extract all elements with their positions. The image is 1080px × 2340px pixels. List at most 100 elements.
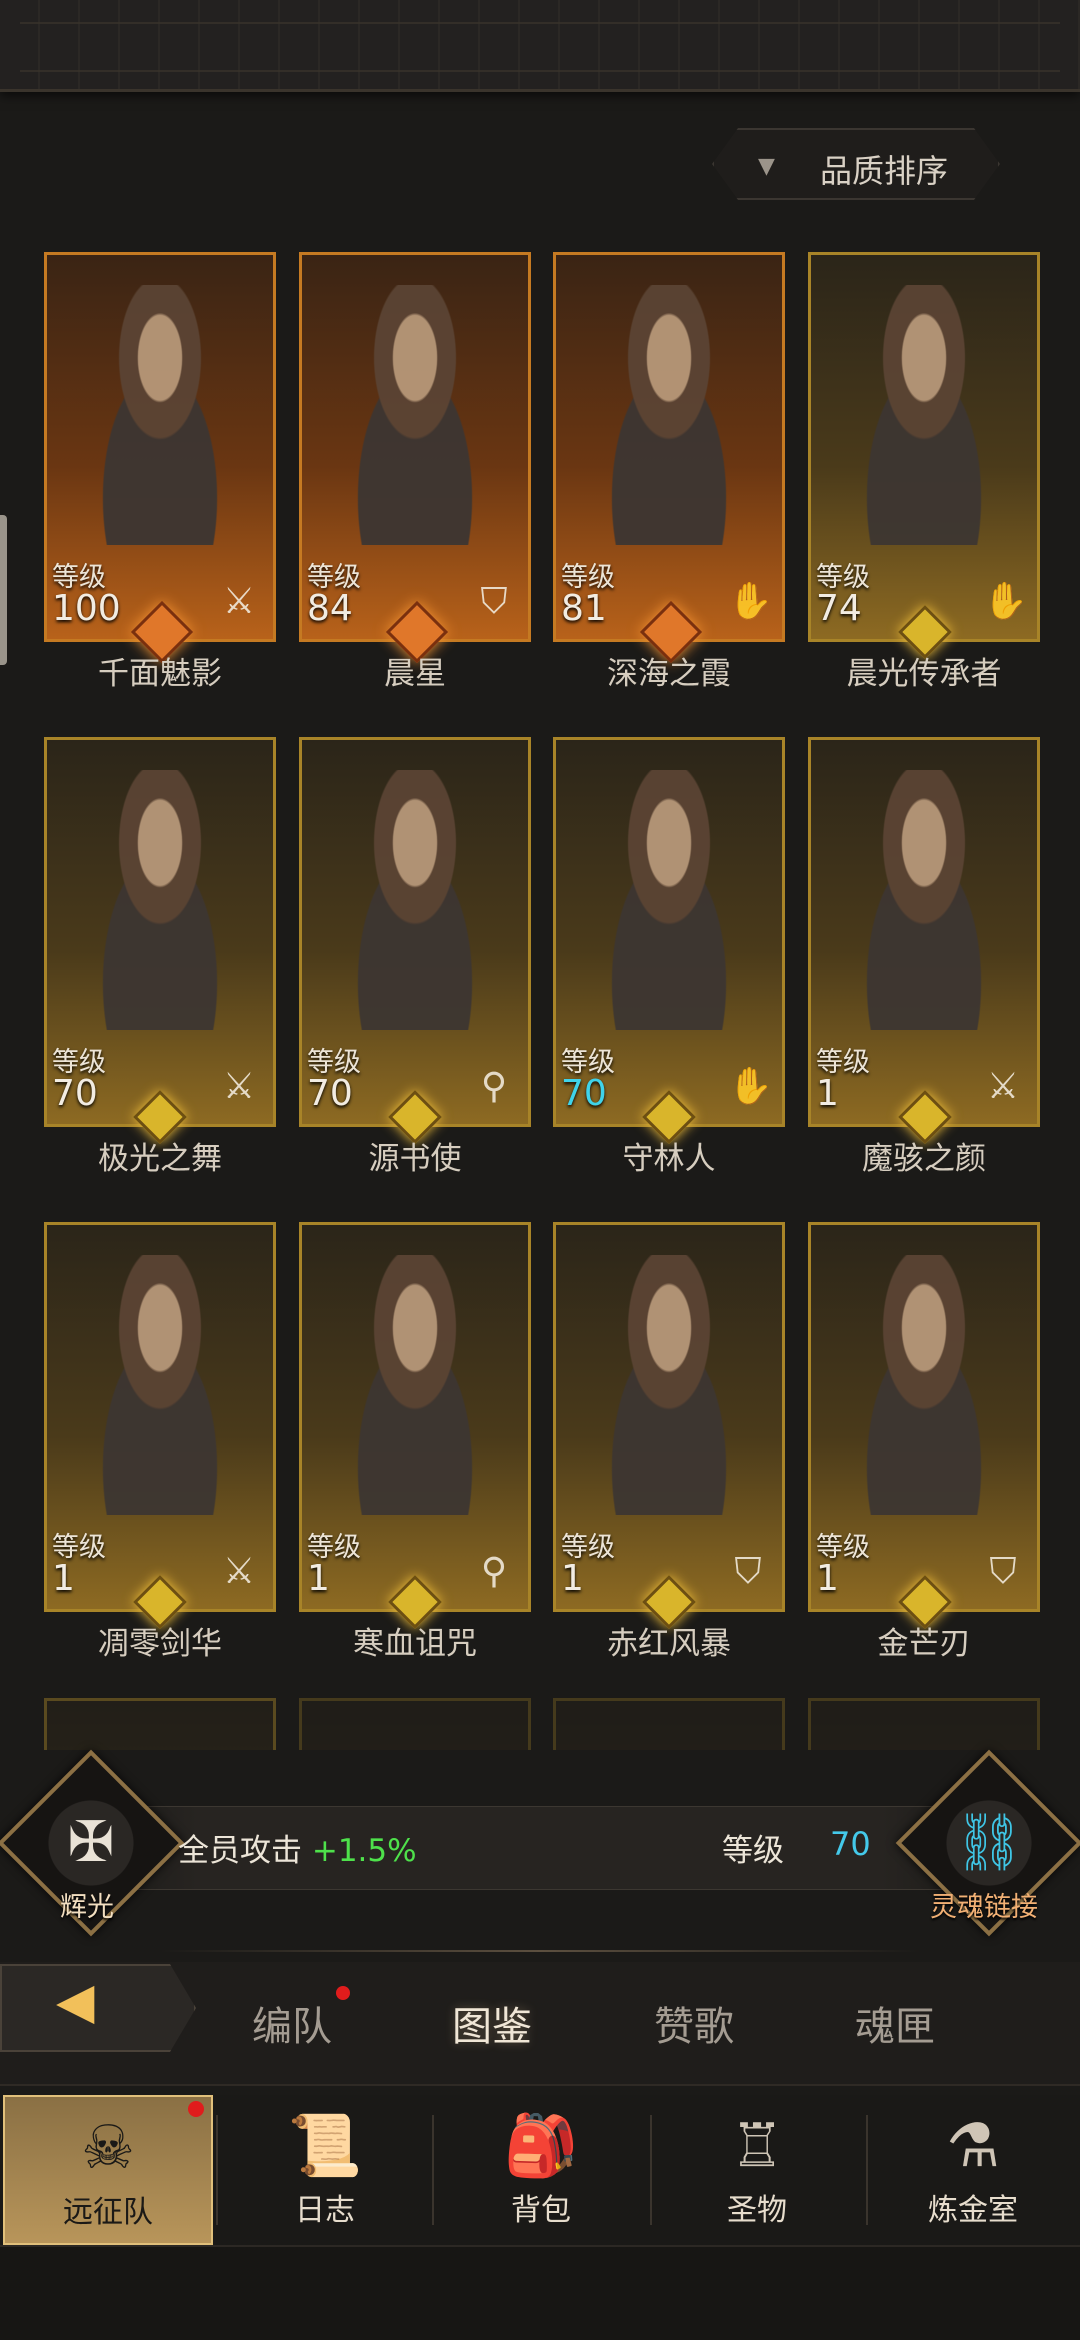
hero-portrait bbox=[65, 770, 255, 1030]
hand-icon: ✋ bbox=[728, 581, 773, 622]
tab-formation[interactable]: 编队 bbox=[252, 1994, 332, 2052]
hero-portrait bbox=[829, 285, 1019, 545]
divider bbox=[160, 1950, 920, 1952]
level-value: 1 bbox=[307, 1558, 330, 1599]
hero-name: 晨星 bbox=[384, 656, 446, 692]
level-value: 70 bbox=[52, 1073, 98, 1114]
sub-tab-bar: ◀ 编队 图鉴 赞歌 魂匣 bbox=[0, 1962, 1080, 2086]
hero-name: 极光之舞 bbox=[98, 1141, 222, 1177]
level-value: 100 bbox=[52, 588, 121, 629]
hand-icon: ✋ bbox=[728, 1066, 773, 1107]
quality-sort-button[interactable]: ▼ 品质排序 bbox=[712, 128, 1000, 200]
hero-name: 晨光传承者 bbox=[846, 656, 1002, 692]
hero-name: 源书使 bbox=[368, 1141, 462, 1177]
bottom-navigation: ☠ 远征队 📜 日志 🎒 背包 ♖ 圣物 ⚗ 炼金室 bbox=[0, 2095, 1080, 2245]
nav-alchemy[interactable]: ⚗ 炼金室 bbox=[868, 2095, 1078, 2245]
hero-card[interactable]: 等级 1 ⛉ bbox=[553, 1222, 785, 1612]
level-value: 70 bbox=[307, 1073, 353, 1114]
hero-card[interactable]: 等级 1 ⚲ bbox=[299, 1222, 531, 1612]
nav-backpack[interactable]: 🎒 背包 bbox=[436, 2095, 646, 2245]
hero-name: 深海之霞 bbox=[607, 656, 731, 692]
hero-card[interactable]: 等级 70 ⚔ bbox=[44, 737, 276, 1127]
hero-name: 守林人 bbox=[622, 1141, 716, 1177]
tab-soul-box[interactable]: 魂匣 bbox=[855, 1994, 935, 2052]
radiance-label: 辉光 bbox=[60, 1892, 114, 1923]
soul-link-level-label: 等级 bbox=[722, 1833, 784, 1869]
notification-dot bbox=[336, 1986, 350, 2000]
level-value: 1 bbox=[52, 1558, 75, 1599]
hero-portrait bbox=[65, 1255, 255, 1515]
nav-label: 圣物 bbox=[727, 2193, 787, 2228]
hand-icon: ✋ bbox=[983, 581, 1028, 622]
hero-portrait bbox=[829, 770, 1019, 1030]
hero-card-partial[interactable] bbox=[299, 1698, 531, 1750]
hero-card[interactable]: 等级 70 ⚲ bbox=[299, 737, 531, 1127]
team-attack-bonus: 全员攻击 +1.5% bbox=[178, 1825, 417, 1870]
hero-name: 寒血诅咒 bbox=[353, 1626, 477, 1662]
hero-portrait bbox=[574, 770, 764, 1030]
hero-card[interactable]: 等级 1 ⛉ bbox=[808, 1222, 1040, 1612]
hero-portrait bbox=[574, 285, 764, 545]
level-value: 70 bbox=[561, 1073, 607, 1114]
back-arrow-icon: ◀ bbox=[56, 1972, 95, 2030]
hero-card-partial[interactable] bbox=[553, 1698, 785, 1750]
sword-icon: ⚔ bbox=[222, 1551, 256, 1592]
hero-portrait bbox=[320, 1255, 510, 1515]
hero-portrait bbox=[829, 1255, 1019, 1515]
bottom-ornament-border bbox=[0, 2245, 1080, 2340]
hero-card[interactable]: 等级 1 ⚔ bbox=[808, 737, 1040, 1127]
hero-portrait bbox=[65, 285, 255, 545]
dropdown-arrow-icon: ▼ bbox=[758, 154, 775, 179]
level-value: 74 bbox=[816, 588, 862, 629]
hero-name: 千面魅影 bbox=[98, 656, 222, 692]
back-button[interactable] bbox=[0, 1964, 196, 2052]
level-value: 81 bbox=[561, 588, 607, 629]
team-attack-label: 全员攻击 bbox=[178, 1833, 302, 1869]
hero-card[interactable]: 等级 74 ✋ bbox=[808, 252, 1040, 642]
hero-grid: 等级 100 ⚔ 千面魅影 等级 84 ⛉ 晨星 等级 81 ✋ 深海之霞 等级… bbox=[0, 240, 1080, 1750]
hero-card[interactable]: 等级 70 ✋ bbox=[553, 737, 785, 1127]
tab-anthem[interactable]: 赞歌 bbox=[654, 1994, 734, 2052]
scroll-icon: 📜 bbox=[287, 2111, 363, 2181]
team-attack-value: +1.5% bbox=[311, 1833, 417, 1869]
nav-separator bbox=[432, 2115, 434, 2225]
staff-icon: ⚲ bbox=[480, 1066, 508, 1107]
staff-icon: ⚲ bbox=[480, 1551, 508, 1592]
nav-expedition[interactable]: ☠ 远征队 bbox=[3, 2095, 213, 2245]
sort-label: 品质排序 bbox=[820, 152, 949, 190]
hero-card-partial[interactable] bbox=[808, 1698, 1040, 1750]
soul-link-level-value: 70 bbox=[830, 1825, 871, 1863]
sword-icon: ⚔ bbox=[222, 581, 256, 622]
backpack-icon: 🎒 bbox=[503, 2111, 579, 2181]
nav-relics[interactable]: ♖ 圣物 bbox=[652, 2095, 862, 2245]
level-value: 84 bbox=[307, 588, 353, 629]
top-ornament-border bbox=[0, 0, 1080, 92]
nav-label: 炼金室 bbox=[928, 2193, 1018, 2228]
nav-journal[interactable]: 📜 日志 bbox=[220, 2095, 430, 2245]
level-value: 1 bbox=[816, 1558, 839, 1599]
nav-separator bbox=[216, 2115, 218, 2225]
hero-name: 凋零剑华 bbox=[98, 1626, 222, 1662]
hero-portrait bbox=[574, 1255, 764, 1515]
nav-label: 背包 bbox=[511, 2193, 571, 2228]
hero-card[interactable]: 等级 100 ⚔ bbox=[44, 252, 276, 642]
hero-name: 赤红风暴 bbox=[607, 1626, 731, 1662]
alchemy-icon: ⚗ bbox=[946, 2111, 1000, 2181]
hero-portrait bbox=[320, 285, 510, 545]
nav-label: 远征队 bbox=[63, 2195, 153, 2230]
helmet-icon: ☠ bbox=[81, 2113, 135, 2183]
hero-card[interactable]: 等级 1 ⚔ bbox=[44, 1222, 276, 1612]
hero-card[interactable]: 等级 81 ✋ bbox=[553, 252, 785, 642]
hero-card-partial[interactable] bbox=[44, 1698, 276, 1750]
tab-codex[interactable]: 图鉴 bbox=[452, 1994, 532, 2052]
sword-icon: ⚔ bbox=[986, 1066, 1020, 1107]
shield-icon: ⛉ bbox=[989, 1551, 1017, 1592]
soul-link-label: 灵魂链接 bbox=[930, 1892, 1038, 1923]
sword-icon: ⚔ bbox=[222, 1066, 256, 1107]
notification-dot bbox=[188, 2101, 204, 2117]
relic-icon: ♖ bbox=[730, 2111, 784, 2181]
level-value: 1 bbox=[816, 1073, 839, 1114]
nav-label: 日志 bbox=[295, 2193, 355, 2228]
hero-card[interactable]: 等级 84 ⛉ bbox=[299, 252, 531, 642]
level-value: 1 bbox=[561, 1558, 584, 1599]
